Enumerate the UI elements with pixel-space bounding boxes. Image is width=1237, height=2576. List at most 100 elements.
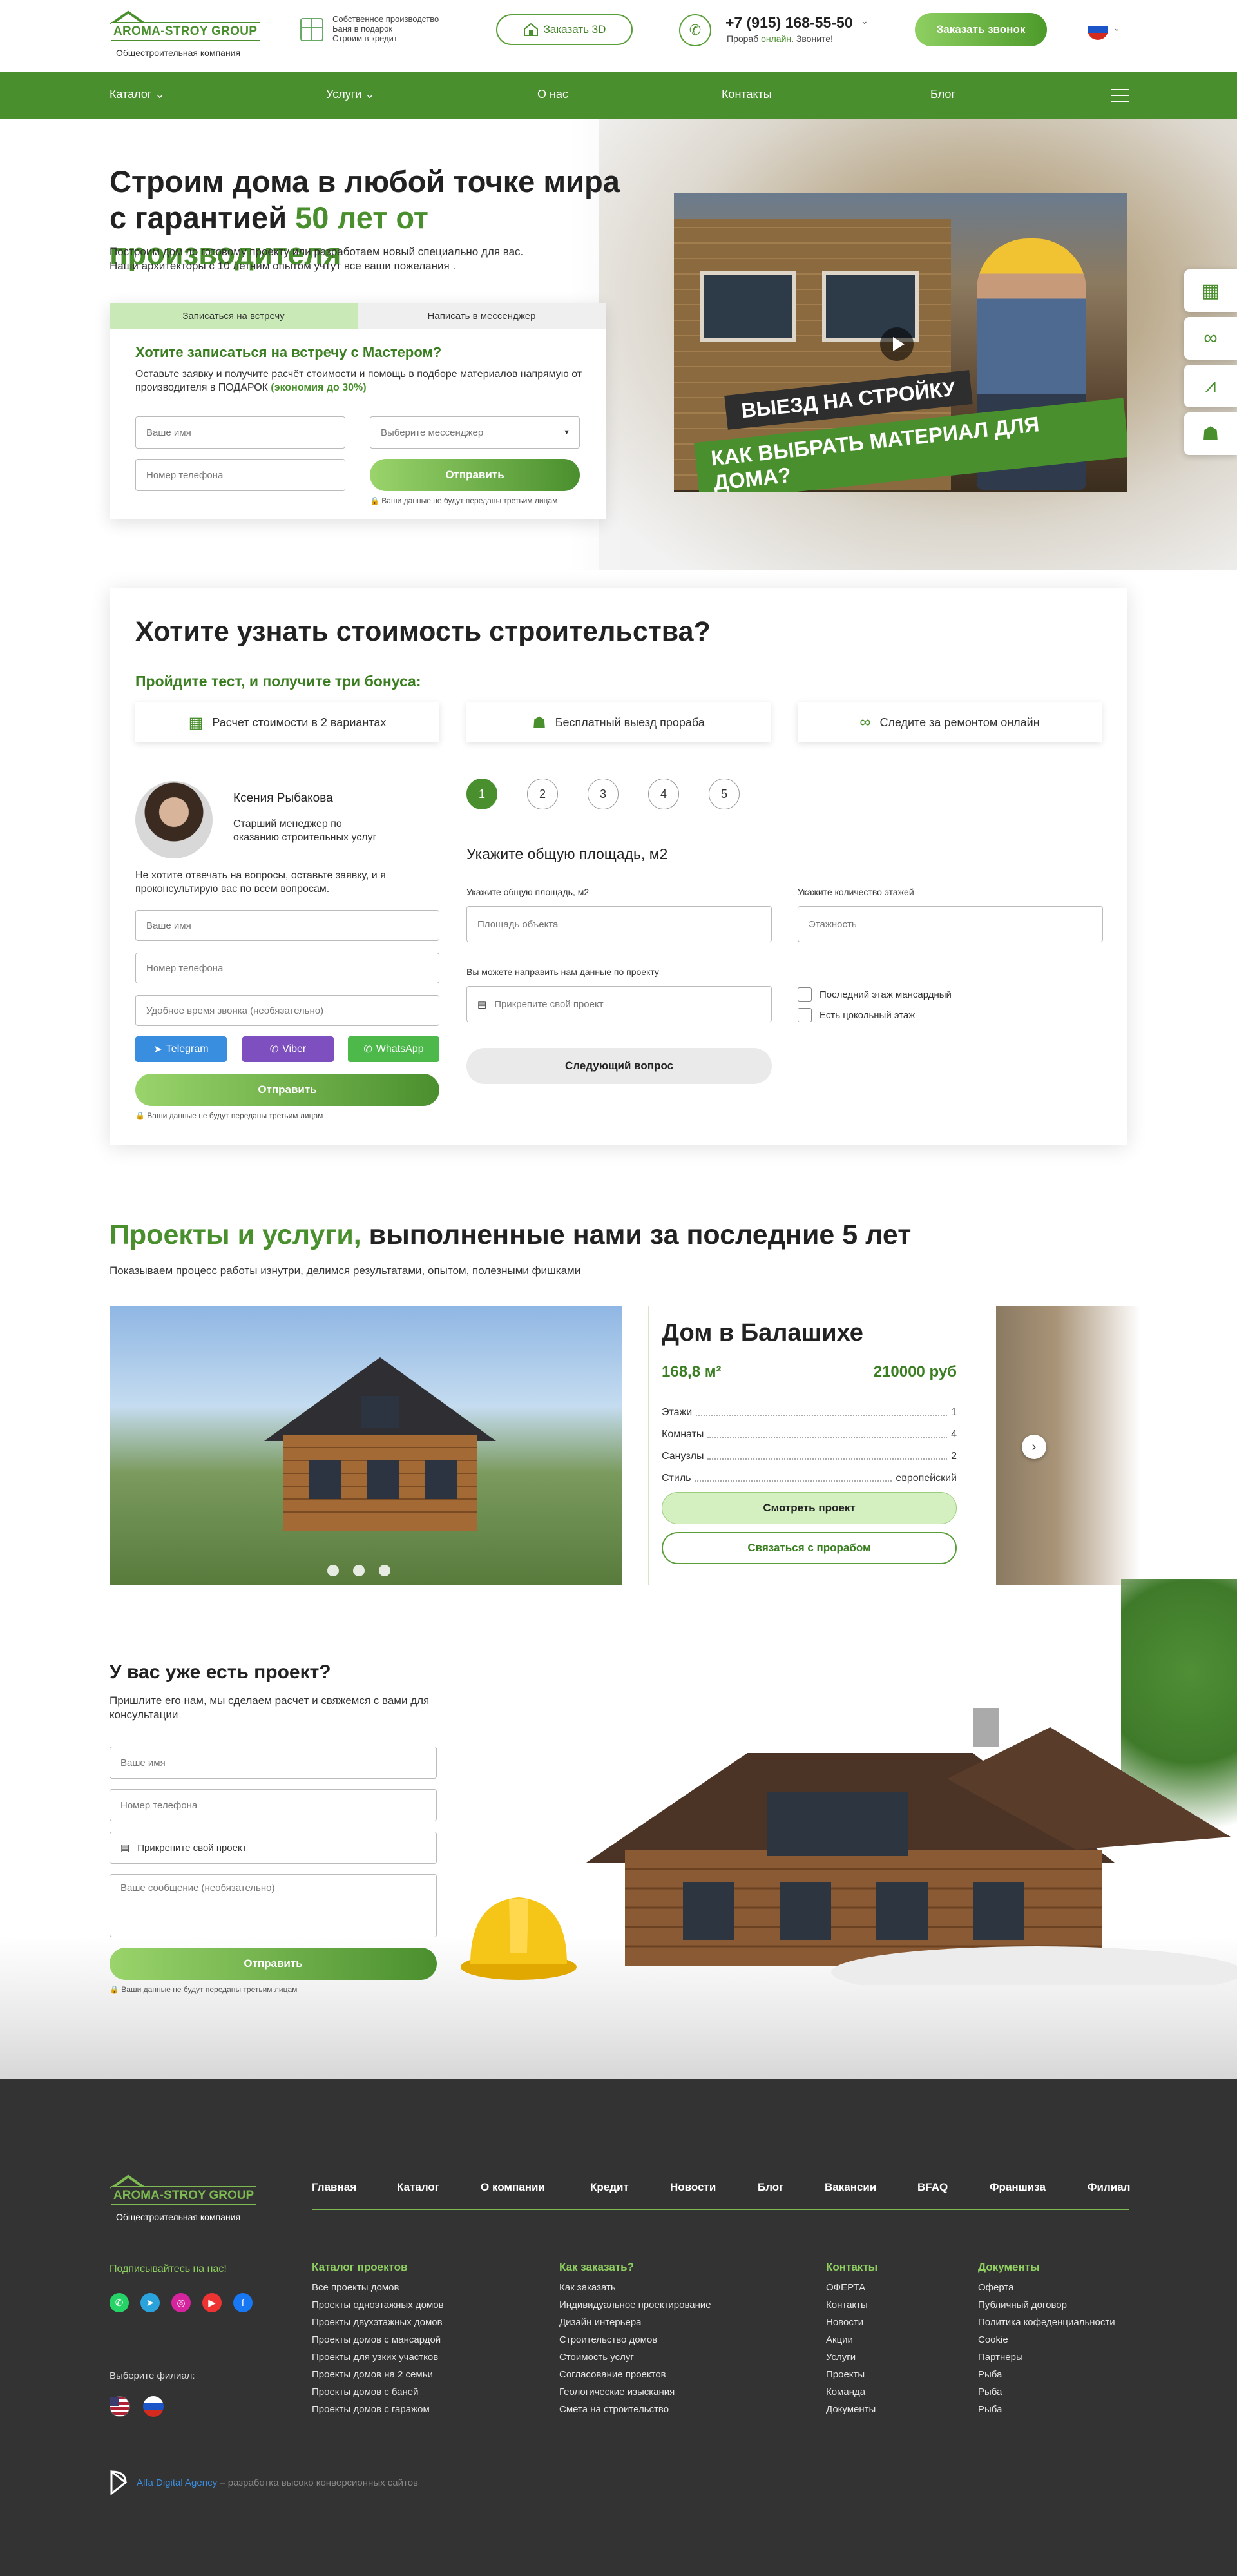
footer-link[interactable]: Проекты одноэтажных домов [312,2296,444,2314]
footer-link[interactable]: Дизайн интерьера [559,2314,711,2331]
footer-link[interactable]: Проекты для узких участков [312,2348,444,2366]
footer-link[interactable]: Проекты домов с гаражом [312,2401,444,2418]
whatsapp-icon[interactable]: ✆ [110,2293,129,2312]
footer-link[interactable]: Партнеры [978,2348,1115,2366]
footer-nav-item[interactable]: О компании [481,2181,545,2194]
footer-link[interactable]: Политика кофеденциальности [978,2314,1115,2331]
footer-link[interactable]: Проекты домов на 2 семьи [312,2366,444,2383]
quiz-step[interactable]: 5 [709,779,740,809]
phone-input[interactable]: Номер телефона [135,953,439,983]
phone-input[interactable]: Номер телефона [135,459,345,491]
quiz-step[interactable]: 1 [466,779,497,809]
name-input[interactable]: Ваше имя [135,910,439,941]
footer-link[interactable]: Cookie [978,2331,1115,2348]
order-call-button[interactable]: Заказать звонок [915,13,1047,46]
attach-project-field[interactable]: ▤ Прикрепите свой проект [466,986,772,1022]
worker-icon[interactable]: ☗ [1184,412,1237,455]
footer-link[interactable]: Акции [826,2331,876,2348]
checkbox-attic[interactable]: Последний этаж мансардный [798,987,952,1002]
footer-link[interactable]: Все проекты домов [312,2279,444,2296]
nav-item-about[interactable]: О нас [537,88,568,101]
message-textarea[interactable]: Ваше сообщение (необязательно) [110,1874,437,1937]
compass-icon[interactable]: ⩘ [1184,365,1237,407]
usa-flag-icon[interactable] [110,2396,130,2417]
footer-nav-item[interactable]: Каталог [397,2181,439,2194]
facebook-icon[interactable]: f [233,2293,253,2312]
attach-project-field[interactable]: ▤ Прикрепите свой проект [110,1832,437,1864]
phone-block[interactable]: ✆ +7 (915) 168-55-50 ⌄ Прораб онлайн. Зв… [679,12,885,50]
footer-link[interactable]: Смета на строительство [559,2401,711,2418]
submit-button[interactable]: Отправить [370,459,580,491]
tab-meeting[interactable]: Записаться на встречу [110,303,358,329]
footer-nav-item[interactable]: Филиал [1088,2181,1130,2194]
submit-button[interactable]: Отправить [110,1948,437,1980]
name-input[interactable]: Ваше имя [110,1747,437,1779]
view-project-button[interactable]: Смотреть проект [662,1492,957,1524]
telegram-button[interactable]: ➤ Telegram [135,1036,227,1062]
agency-credit[interactable]: Alfa Digital Agency – разработка высоко … [110,2470,418,2495]
footer-link[interactable]: Услуги [826,2348,876,2366]
footer-link[interactable]: Документы [826,2401,876,2418]
submit-button[interactable]: Отправить [135,1074,439,1106]
video-preview[interactable]: ВЫЕЗД НА СТРОЙКУ КАК ВЫБРАТЬ МАТЕРИАЛ ДЛ… [674,193,1127,492]
footer-nav-item[interactable]: BFAQ [917,2181,948,2194]
nav-item-contacts[interactable]: Контакты [722,88,772,101]
area-input[interactable]: Площадь объекта [466,906,772,942]
play-icon[interactable] [880,327,914,361]
footer-nav-item[interactable]: Главная [312,2181,356,2194]
footer-link[interactable]: ОФЕРТА [826,2279,876,2296]
footer-link[interactable]: Геологические изыскания [559,2383,711,2401]
instagram-icon[interactable]: ◎ [171,2293,191,2312]
calculator-icon[interactable]: ▦ [1184,269,1237,312]
youtube-icon[interactable]: ▶ [202,2293,222,2312]
footer-nav-item[interactable]: Новости [670,2181,716,2194]
messenger-select[interactable]: Выберите мессенджер ▼ [370,416,580,449]
footer-link[interactable]: Проекты домов с баней [312,2383,444,2401]
footer-logo[interactable]: AROMA-STROY GROUP Общестроительная компа… [110,2173,264,2225]
checkbox[interactable] [798,987,812,1002]
nav-item-blog[interactable]: Блог [930,88,955,101]
footer-link[interactable]: Проекты двухэтажных домов [312,2314,444,2331]
footer-link[interactable]: Согласование проектов [559,2366,711,2383]
nav-item-services[interactable]: Услуги ⌄ [326,88,374,101]
footer-nav-item[interactable]: Кредит [590,2181,629,2194]
telegram-icon[interactable]: ➤ [140,2293,160,2312]
quiz-step[interactable]: 2 [527,779,558,809]
language-selector[interactable]: ⌄ [1088,19,1126,40]
chevron-down-icon[interactable]: ⌄ [861,15,868,26]
footer-link[interactable]: Проекты домов с мансардой [312,2331,444,2348]
footer-nav-item[interactable]: Франшиза [990,2181,1046,2194]
burger-menu-icon[interactable] [1111,89,1129,102]
quiz-step[interactable]: 3 [588,779,618,809]
carousel-dot[interactable] [379,1565,390,1576]
order-3d-button[interactable]: Заказать 3D [496,14,633,45]
whatsapp-button[interactable]: ✆ WhatsApp [348,1036,439,1062]
footer-link[interactable]: Контакты [826,2296,876,2314]
quiz-step[interactable]: 4 [648,779,679,809]
footer-link[interactable]: Рыба [978,2366,1115,2383]
footer-link[interactable]: Индивидуальное проектирование [559,2296,711,2314]
footer-link[interactable]: Рыба [978,2401,1115,2418]
checkbox[interactable] [798,1008,812,1022]
tab-messenger[interactable]: Написать в мессенджер [358,303,606,329]
viber-button[interactable]: ✆ Viber [242,1036,334,1062]
call-time-input[interactable]: Удобное время звонка (необязательно) [135,995,439,1026]
footer-link[interactable]: Строительство домов [559,2331,711,2348]
footer-link[interactable]: Рыба [978,2383,1115,2401]
footer-nav-item[interactable]: Вакансии [825,2181,876,2194]
company-logo[interactable]: AROMA-STROY GROUP Общестроительная компа… [110,9,264,62]
footer-link[interactable]: Стоимость услуг [559,2348,711,2366]
carousel-dot[interactable] [353,1565,365,1576]
phone-number[interactable]: +7 (915) 168-55-50 [725,14,853,32]
footer-link[interactable]: Новости [826,2314,876,2331]
floors-input[interactable]: Этажность [798,906,1103,942]
phone-input[interactable]: Номер телефона [110,1789,437,1821]
footer-link[interactable]: Публичный договор [978,2296,1115,2314]
footer-link[interactable]: Оферта [978,2279,1115,2296]
carousel-dot[interactable] [327,1565,339,1576]
nav-item-catalog[interactable]: Каталог ⌄ [110,88,165,101]
name-input[interactable]: Ваше имя [135,416,345,449]
footer-nav-item[interactable]: Блог [758,2181,783,2194]
project-photo[interactable] [110,1306,622,1585]
russia-flag-icon[interactable] [143,2396,164,2417]
